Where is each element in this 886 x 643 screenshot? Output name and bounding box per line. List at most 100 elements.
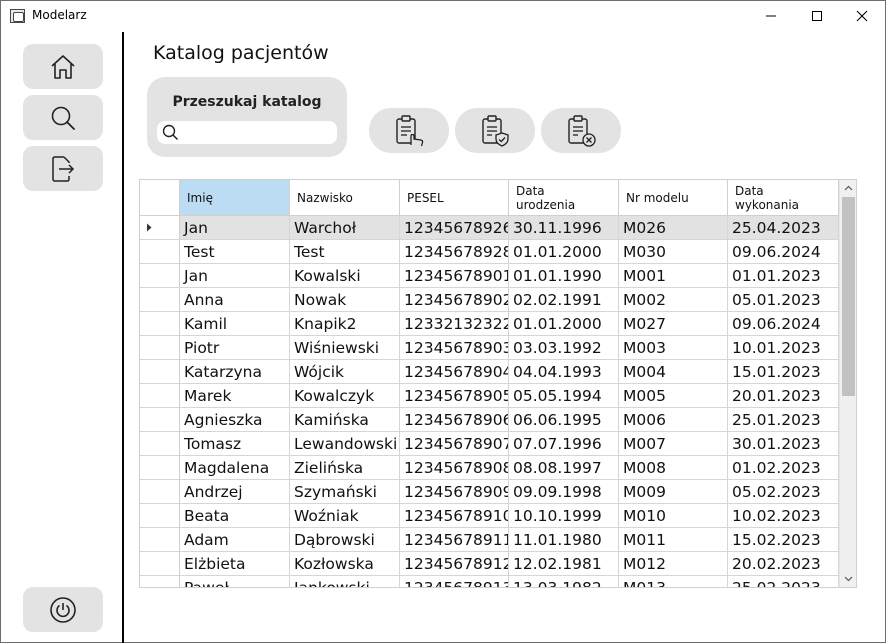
minimize-button[interactable] <box>748 1 794 31</box>
cell-pesel[interactable]: 12345678902 <box>400 288 509 311</box>
cell-data-wykonania[interactable]: 30.01.2023 <box>728 432 839 455</box>
cell-imie[interactable]: Adam <box>180 528 290 551</box>
table-row[interactable]: Anna Nowak 12345678902 02.02.1991 M002 05.01.… <box>140 288 839 312</box>
cell-data-wykonania[interactable]: 09.06.2024 <box>728 240 839 263</box>
cell-nr-modelu[interactable]: M010 <box>619 504 728 527</box>
cell-data-urodzenia[interactable]: 01.01.2000 <box>509 240 619 263</box>
cell-data-urodzenia[interactable]: 11.01.1980 <box>509 528 619 551</box>
cell-nazwisko[interactable]: Lewandowski <box>290 432 400 455</box>
cell-data-wykonania[interactable]: 10.01.2023 <box>728 336 839 359</box>
cell-data-wykonania[interactable]: 20.01.2023 <box>728 384 839 407</box>
table-row[interactable]: Adam Dąbrowski 12345678911 11.01.1980 M011 15… <box>140 528 839 552</box>
cell-pesel[interactable]: 12345678906 <box>400 408 509 431</box>
vertical-scrollbar[interactable] <box>839 180 856 587</box>
cell-data-wykonania[interactable]: 25.04.2023 <box>728 216 839 239</box>
cell-imie[interactable]: Marek <box>180 384 290 407</box>
cell-nazwisko[interactable]: Zielińska <box>290 456 400 479</box>
cell-data-urodzenia[interactable]: 01.01.1990 <box>509 264 619 287</box>
column-header-nazwisko[interactable]: Nazwisko <box>290 180 400 215</box>
cell-imie[interactable]: Jan <box>180 264 290 287</box>
table-row[interactable]: Agnieszka Kamińska 12345678906 06.06.1995 M0… <box>140 408 839 432</box>
row-header[interactable] <box>140 360 180 383</box>
cell-nazwisko[interactable]: Woźniak <box>290 504 400 527</box>
search-input[interactable] <box>183 123 331 142</box>
cell-data-wykonania[interactable]: 05.01.2023 <box>728 288 839 311</box>
row-header[interactable] <box>140 480 180 503</box>
cell-data-wykonania[interactable]: 15.02.2023 <box>728 528 839 551</box>
patients-grid[interactable]: Imię Nazwisko PESEL Data urodzenia Nr mo… <box>139 179 857 588</box>
row-header[interactable] <box>140 264 180 287</box>
scroll-down-button[interactable] <box>840 571 856 587</box>
home-button[interactable] <box>23 44 103 89</box>
row-header[interactable] <box>140 216 180 239</box>
cell-data-urodzenia[interactable]: 03.03.1992 <box>509 336 619 359</box>
cell-data-urodzenia[interactable]: 02.02.1991 <box>509 288 619 311</box>
cell-data-wykonania[interactable]: 01.02.2023 <box>728 456 839 479</box>
scroll-up-button[interactable] <box>840 180 856 196</box>
cell-nazwisko[interactable]: Wójcik <box>290 360 400 383</box>
cell-data-wykonania[interactable]: 20.02.2023 <box>728 552 839 575</box>
cell-nazwisko[interactable]: Jankowski <box>290 576 400 587</box>
cell-data-wykonania[interactable]: 25.01.2023 <box>728 408 839 431</box>
cell-nr-modelu[interactable]: M008 <box>619 456 728 479</box>
cell-pesel[interactable]: 12345678926 <box>400 216 509 239</box>
scroll-thumb[interactable] <box>842 197 855 396</box>
row-header[interactable] <box>140 408 180 431</box>
cell-pesel[interactable]: 12345678908 <box>400 456 509 479</box>
cell-nazwisko[interactable]: Kozłowska <box>290 552 400 575</box>
cell-data-wykonania[interactable]: 15.01.2023 <box>728 360 839 383</box>
cell-nr-modelu[interactable]: M012 <box>619 552 728 575</box>
cell-data-urodzenia[interactable]: 01.01.2000 <box>509 312 619 335</box>
row-header[interactable] <box>140 504 180 527</box>
cell-pesel[interactable]: 12345678905 <box>400 384 509 407</box>
cell-nr-modelu[interactable]: M009 <box>619 480 728 503</box>
cell-imie[interactable]: Kamil <box>180 312 290 335</box>
verify-patient-button[interactable] <box>455 108 535 153</box>
cell-data-wykonania[interactable]: 01.01.2023 <box>728 264 839 287</box>
cell-data-urodzenia[interactable]: 04.04.1993 <box>509 360 619 383</box>
cell-nazwisko[interactable]: Dąbrowski <box>290 528 400 551</box>
cell-nr-modelu[interactable]: M002 <box>619 288 728 311</box>
cell-data-urodzenia[interactable]: 08.08.1997 <box>509 456 619 479</box>
table-row[interactable]: Magdalena Zielińska 12345678908 08.08.1997 M… <box>140 456 839 480</box>
cell-data-wykonania[interactable]: 25.02.2023 <box>728 576 839 587</box>
maximize-button[interactable] <box>794 1 840 31</box>
table-row[interactable]: Katarzyna Wójcik 12345678904 04.04.1993 M004… <box>140 360 839 384</box>
table-row[interactable]: Beata Woźniak 12345678910 10.10.1999 M010 10.… <box>140 504 839 528</box>
table-row[interactable]: Paweł Jankowski 12345678913 13.03.1982 M013 2… <box>140 576 839 587</box>
cell-pesel[interactable]: 12345678910 <box>400 504 509 527</box>
logout-button[interactable] <box>23 146 103 191</box>
cell-nr-modelu[interactable]: M030 <box>619 240 728 263</box>
cell-imie[interactable]: Katarzyna <box>180 360 290 383</box>
row-header[interactable] <box>140 528 180 551</box>
table-row[interactable]: Jan Warchoł 12345678926 30.11.1996 M026 25.04… <box>140 216 839 240</box>
cell-data-urodzenia[interactable]: 07.07.1996 <box>509 432 619 455</box>
cell-data-urodzenia[interactable]: 05.05.1994 <box>509 384 619 407</box>
cell-nr-modelu[interactable]: M003 <box>619 336 728 359</box>
select-patient-button[interactable] <box>369 108 449 153</box>
cell-pesel[interactable]: 12345678928 <box>400 240 509 263</box>
cell-imie[interactable]: Anna <box>180 288 290 311</box>
cell-imie[interactable]: Paweł <box>180 576 290 587</box>
cell-nr-modelu[interactable]: M001 <box>619 264 728 287</box>
column-header-data-wykonania[interactable]: Data wykonania <box>728 180 839 215</box>
table-row[interactable]: Jan Kowalski 12345678901 01.01.1990 M001 01.0… <box>140 264 839 288</box>
table-row[interactable]: Piotr Wiśniewski 12345678903 03.03.1992 M003… <box>140 336 839 360</box>
cell-nr-modelu[interactable]: M026 <box>619 216 728 239</box>
cell-data-wykonania[interactable]: 10.02.2023 <box>728 504 839 527</box>
cell-imie[interactable]: Magdalena <box>180 456 290 479</box>
cell-imie[interactable]: Agnieszka <box>180 408 290 431</box>
cell-nazwisko[interactable]: Szymański <box>290 480 400 503</box>
row-header[interactable] <box>140 384 180 407</box>
close-button[interactable] <box>839 1 885 31</box>
cell-nazwisko[interactable]: Kowalski <box>290 264 400 287</box>
cell-imie[interactable]: Test <box>180 240 290 263</box>
cell-nr-modelu[interactable]: M013 <box>619 576 728 587</box>
table-row[interactable]: Test Test 12345678928 01.01.2000 M030 09.06.2… <box>140 240 839 264</box>
cell-nazwisko[interactable]: Test <box>290 240 400 263</box>
row-header[interactable] <box>140 456 180 479</box>
cell-pesel[interactable]: 12345678909 <box>400 480 509 503</box>
cell-imie[interactable]: Jan <box>180 216 290 239</box>
row-header[interactable] <box>140 336 180 359</box>
cell-imie[interactable]: Beata <box>180 504 290 527</box>
